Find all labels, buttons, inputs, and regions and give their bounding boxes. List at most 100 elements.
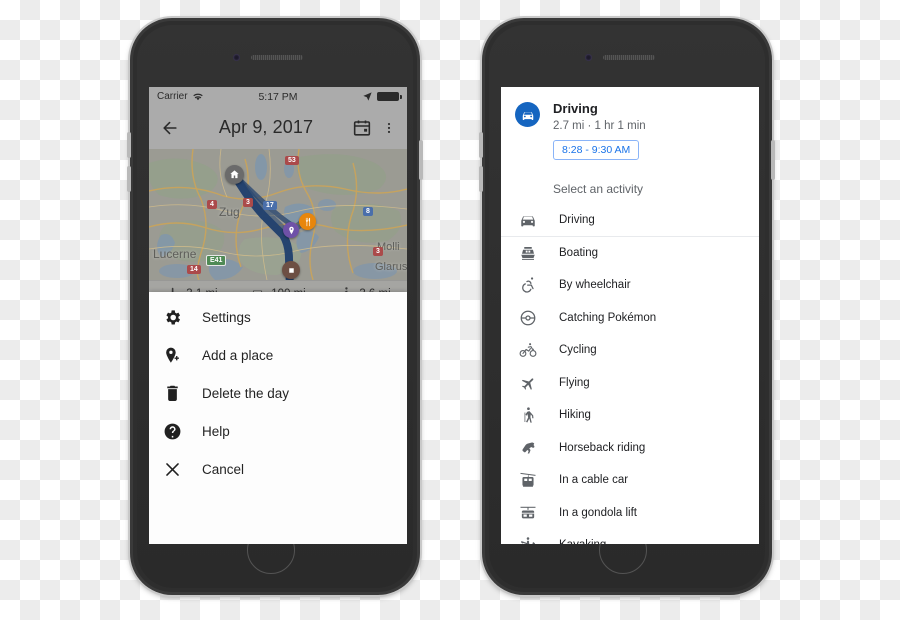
earpiece-speaker: [603, 55, 655, 60]
road-shield: 3: [373, 247, 383, 256]
wheelchair-icon: [522, 277, 534, 293]
activity-label: Cycling: [559, 344, 597, 357]
menu-item-delete-the-day[interactable]: Delete the day: [149, 374, 407, 412]
activity-item-driving[interactable]: Driving: [501, 204, 759, 237]
home-icon: [230, 170, 239, 179]
cable-car-icon: [520, 473, 536, 487]
activity-item-hiking[interactable]: Hiking: [501, 399, 759, 432]
activity-item-catching-pokemon[interactable]: Catching Pokémon: [501, 302, 759, 335]
map-label-glarus: Glarus: [375, 261, 407, 273]
airplane-icon: [521, 378, 534, 390]
help-icon: [164, 423, 181, 439]
settings-gear-icon: [166, 309, 181, 325]
menu-item-add-a-place[interactable]: Add a place: [149, 336, 407, 374]
activity-item-flying[interactable]: Flying: [501, 367, 759, 400]
activity-card-text: Driving 2.7 mi · 1 hr 1 min 8:28 - 9:30 …: [553, 101, 646, 160]
activity-item-cycling[interactable]: Cycling: [501, 334, 759, 367]
right-phone-volume-up-button[interactable]: [479, 132, 483, 158]
pokeball-icon: [520, 310, 536, 326]
car-glyph-icon: [522, 111, 533, 120]
activity-card: Driving 2.7 mi · 1 hr 1 min 8:28 - 9:30 …: [501, 87, 759, 160]
menu-item-label: Help: [202, 423, 230, 439]
app-bar: Apr 9, 2017: [149, 106, 407, 149]
horse-icon: [522, 442, 535, 454]
map-label-zug: Zug: [219, 205, 240, 219]
hiking-icon: [524, 407, 534, 423]
activity-label: By wheelchair: [559, 279, 631, 292]
activity-item-by-wheelchair[interactable]: By wheelchair: [501, 269, 759, 302]
stop-icon: [288, 267, 294, 273]
road-shield: 14: [187, 265, 201, 274]
activity-label: In a cable car: [559, 474, 629, 487]
pin-icon: [288, 226, 294, 234]
kayak-icon: [520, 537, 536, 544]
road-shield: 8: [363, 207, 373, 216]
activity-label: In a gondola lift: [559, 506, 638, 519]
road-shield: 3: [243, 198, 253, 207]
more-vertical-icon[interactable]: [382, 118, 396, 138]
road-shield: 53: [285, 156, 299, 165]
restaurant-marker[interactable]: [299, 213, 316, 230]
road-shield: E41: [206, 255, 227, 266]
activity-label: Driving: [559, 213, 595, 226]
activity-label: Horseback riding: [559, 441, 646, 454]
road-shield: 4: [207, 200, 217, 209]
restaurant-icon: [305, 217, 310, 226]
right-phone-bezel-inner: Driving 2.7 mi · 1 hr 1 min 8:28 - 9:30 …: [485, 21, 769, 592]
right-phone-power-button[interactable]: [771, 140, 775, 180]
location-arrow-icon: [363, 92, 372, 101]
left-phone-power-button[interactable]: [419, 140, 423, 180]
activity-item-kayaking[interactable]: Kayaking: [501, 529, 759, 544]
battery-full-icon: [377, 92, 402, 101]
driving-badge-icon: [515, 102, 540, 127]
add-place-icon: [166, 347, 179, 363]
front-camera-icon: [585, 54, 592, 61]
destination-marker[interactable]: [282, 261, 300, 279]
bicycle-icon: [519, 343, 537, 358]
place-marker[interactable]: [283, 222, 299, 238]
activity-label: Boating: [559, 246, 599, 259]
activity-item-in-a-gondola-lift[interactable]: In a gondola lift: [501, 497, 759, 530]
activity-label: Kayaking: [559, 539, 606, 544]
status-bar: Carrier 5:17 PM: [149, 87, 407, 106]
left-phone-volume-down-button[interactable]: [127, 166, 131, 192]
close-icon: [166, 462, 179, 476]
status-bar-right: [362, 91, 402, 102]
right-phone-screen: Driving 2.7 mi · 1 hr 1 min 8:28 - 9:30 …: [501, 87, 759, 544]
road-shield: 17: [263, 201, 277, 210]
right-phone-body: Driving 2.7 mi · 1 hr 1 min 8:28 - 9:30 …: [489, 25, 765, 588]
map-view[interactable]: Zug Lucerne Molli Glarus 53 4 3 17 8 3 E…: [149, 149, 407, 280]
select-activity-label: Select an activity: [553, 182, 644, 196]
home-marker[interactable]: [225, 165, 244, 184]
menu-item-label: Settings: [202, 309, 251, 325]
front-camera-icon: [233, 54, 240, 61]
left-phone-screen: Carrier 5:17 PM Apr 9, 2017 Zug Lucerne …: [149, 87, 407, 544]
menu-item-settings[interactable]: Settings: [149, 298, 407, 336]
activity-label: Flying: [559, 376, 590, 389]
options-bottom-sheet: Settings Add a place Delete the day Help…: [149, 292, 407, 544]
time-range-chip[interactable]: 8:28 - 9:30 AM: [553, 140, 640, 160]
calendar-icon[interactable]: [352, 118, 372, 138]
activity-label: Hiking: [559, 409, 591, 422]
right-phone-device: Driving 2.7 mi · 1 hr 1 min 8:28 - 9:30 …: [482, 18, 772, 595]
earpiece-speaker: [251, 55, 303, 60]
menu-item-help[interactable]: Help: [149, 412, 407, 450]
right-phone-volume-down-button[interactable]: [479, 166, 483, 192]
left-phone-volume-up-button[interactable]: [127, 132, 131, 158]
trash-icon: [167, 385, 178, 401]
menu-item-label: Delete the day: [202, 385, 290, 401]
back-arrow-icon[interactable]: [160, 118, 180, 138]
activity-item-boating[interactable]: Boating: [501, 237, 759, 270]
map-label-lucerne: Lucerne: [153, 247, 197, 261]
left-phone-bezel-inner: Carrier 5:17 PM Apr 9, 2017 Zug Lucerne …: [133, 21, 417, 592]
menu-item-label: Add a place: [202, 347, 274, 363]
activity-item-in-a-cable-car[interactable]: In a cable car: [501, 464, 759, 497]
activity-label: Catching Pokémon: [559, 311, 657, 324]
activity-item-horseback-riding[interactable]: Horseback riding: [501, 432, 759, 465]
activity-list[interactable]: Driving Boating By wheelchair Catching P…: [501, 204, 759, 544]
boat-icon: [521, 246, 535, 260]
activity-subtitle: 2.7 mi · 1 hr 1 min: [553, 120, 646, 132]
menu-item-label: Cancel: [202, 461, 245, 477]
left-phone-body: Carrier 5:17 PM Apr 9, 2017 Zug Lucerne …: [137, 25, 413, 588]
menu-item-cancel[interactable]: Cancel: [149, 450, 407, 488]
